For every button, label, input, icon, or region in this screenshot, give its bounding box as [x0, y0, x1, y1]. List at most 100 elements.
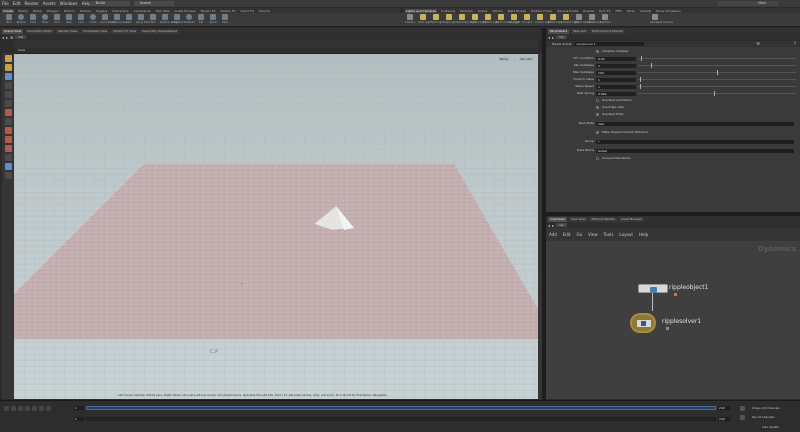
network-menu-tools[interactable]: Tools: [604, 232, 614, 237]
lasso-icon[interactable]: [4, 163, 12, 170]
param-value[interactable]: 1: [596, 84, 636, 89]
slider-knob[interactable]: [650, 63, 652, 68]
flipbook-icon[interactable]: [4, 154, 12, 161]
forward-arrow-icon[interactable]: ▸: [6, 35, 8, 40]
area-light-tool[interactable]: Area Light: [444, 14, 457, 26]
help-icon[interactable]: ?: [794, 41, 796, 47]
shelf-tab[interactable]: Vellum: [491, 9, 503, 13]
circle-tool[interactable]: Circle: [88, 14, 98, 26]
shelf-tab[interactable]: Viscous Fluids: [556, 9, 579, 13]
grid-tool[interactable]: Grid: [52, 14, 62, 26]
network-editor[interactable]: Dynamics rippleobject1 ripplesolver1: [546, 241, 800, 399]
use-rest-checkbox[interactable]: [596, 99, 599, 102]
helix-tool[interactable]: Helix: [220, 14, 230, 26]
distant-light-tool[interactable]: Distant Light: [483, 14, 499, 26]
menu-edit[interactable]: Edit: [13, 1, 21, 6]
shelf-tab[interactable]: Grains: [477, 9, 489, 13]
jump-start-icon[interactable]: [4, 406, 9, 411]
shelf-tab[interactable]: Volume: [258, 9, 271, 13]
network-menu-edit[interactable]: Edit: [563, 232, 571, 237]
range-start-field[interactable]: 1: [74, 417, 84, 421]
slider-knob[interactable]: [641, 56, 643, 61]
param-slider[interactable]: [638, 91, 796, 96]
environment-light-tool[interactable]: Environment Light: [496, 14, 519, 26]
network-path-pill[interactable]: obj: [556, 223, 567, 227]
slider-knob[interactable]: [639, 77, 641, 82]
shelf-tab[interactable]: Rigging: [95, 9, 108, 13]
torus-tool[interactable]: Torus: [40, 14, 50, 26]
shelf-tab[interactable]: Pyro FX: [598, 9, 611, 13]
select-mode-icon[interactable]: [4, 64, 12, 71]
network-menu-go[interactable]: Go: [577, 232, 583, 237]
gamepad-camera-tool[interactable]: Gamepad Camera: [650, 14, 673, 26]
lock-icon[interactable]: [740, 406, 745, 411]
stop-icon[interactable]: [25, 406, 30, 411]
geometry-light-tool[interactable]: Geometry Light: [457, 14, 477, 26]
shelf-tab[interactable]: Oceans: [582, 9, 595, 13]
menu-assets[interactable]: Assets: [43, 1, 56, 6]
param-value[interactable]: 1: [596, 77, 636, 82]
spot-light-tool[interactable]: Spot Light: [431, 14, 444, 26]
point-light-tool[interactable]: Point Light: [418, 14, 431, 26]
shelf-tab[interactable]: Simple FX: [220, 9, 237, 13]
jump-end-icon[interactable]: [46, 406, 51, 411]
param-value[interactable]: 100: [596, 70, 636, 75]
move-icon[interactable]: [4, 82, 12, 89]
shelf-tab[interactable]: Drive Simulation: [655, 9, 682, 13]
slider-knob[interactable]: [717, 70, 718, 75]
key-icon[interactable]: [740, 415, 745, 420]
scene-selector[interactable]: Scene: [134, 1, 174, 6]
stereo-camera-tool[interactable]: Stereo Camera: [574, 14, 593, 26]
tab-network[interactable]: /obj/ripple: [548, 216, 568, 222]
scale-icon[interactable]: [4, 100, 12, 107]
back-arrow-icon[interactable]: ◂: [548, 223, 550, 228]
param-slider[interactable]: [638, 70, 796, 75]
magnet-icon[interactable]: [4, 136, 12, 143]
shelf-tab[interactable]: Collisions: [440, 9, 456, 13]
play-icon[interactable]: [32, 406, 37, 411]
param-value[interactable]: 1: [596, 63, 636, 68]
play-reverse-icon[interactable]: [18, 406, 23, 411]
volume-light-tool[interactable]: Volume Light: [470, 14, 486, 26]
shelf-tab[interactable]: Deform: [63, 9, 76, 13]
shelf-tab[interactable]: Particle Fluids: [530, 9, 553, 13]
shelf-tab[interactable]: Constraints: [133, 9, 152, 13]
menu-windows[interactable]: Windows: [60, 1, 78, 6]
tab-animation-editor[interactable]: Animation Editor: [25, 28, 55, 34]
tab-performance-monitor[interactable]: Performance Monitor: [590, 28, 626, 34]
step-forward-icon[interactable]: [39, 406, 44, 411]
pose-icon[interactable]: [4, 109, 12, 116]
node-rippleobject1[interactable]: [638, 284, 668, 293]
view-icon[interactable]: [4, 118, 12, 125]
unique-data-name-checkbox[interactable]: [596, 157, 599, 160]
tab-render-view[interactable]: Render View: [56, 28, 80, 34]
shelf-tab[interactable]: Model: [32, 9, 43, 13]
tab-parameters[interactable]: Parameters: [548, 28, 570, 34]
param-slider[interactable]: [638, 63, 796, 68]
slider-knob[interactable]: [713, 91, 715, 96]
param-slider[interactable]: [638, 77, 796, 82]
tab-composite-view[interactable]: Composite View: [81, 28, 110, 34]
forward-arrow-icon[interactable]: ▸: [552, 223, 554, 228]
shelf-tab[interactable]: Cloud FX: [240, 9, 255, 13]
file-tool[interactable]: File: [196, 14, 206, 26]
tab-material-palette[interactable]: Material Palette: [589, 216, 618, 222]
shelf-tab[interactable]: Hair Utils: [155, 9, 171, 13]
rotate-icon[interactable]: [4, 91, 12, 98]
spray-paint-tool[interactable]: Spray Paint: [136, 14, 150, 26]
param-value[interactable]: 0.002: [596, 91, 636, 96]
shelf-tab[interactable]: FEM: [615, 9, 623, 13]
render-icon[interactable]: [4, 145, 12, 152]
shelf-tab[interactable]: Wires: [626, 9, 636, 13]
camera-menu[interactable]: No cam: [518, 57, 534, 61]
forward-arrow-icon[interactable]: ▸: [552, 35, 554, 40]
box-tool[interactable]: Box: [4, 14, 14, 26]
tube-tool[interactable]: Tube: [28, 14, 38, 26]
metaball-tool[interactable]: Metaball: [184, 14, 195, 26]
l-system-tool[interactable]: L-System: [172, 14, 184, 26]
group-field[interactable]: *: [596, 139, 794, 144]
shelf-tab[interactable]: Rigid Bodies: [507, 9, 528, 13]
network-menu-help[interactable]: Help: [639, 232, 648, 237]
line-tool[interactable]: Line: [76, 14, 86, 26]
shelf-tab[interactable]: Guide Process: [173, 9, 196, 13]
